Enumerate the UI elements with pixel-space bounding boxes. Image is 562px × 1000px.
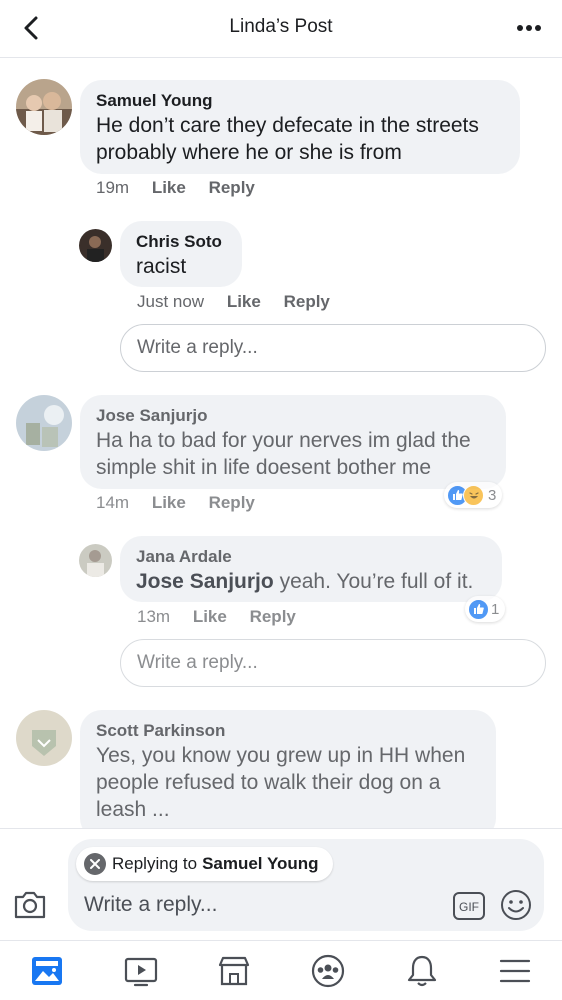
gif-icon[interactable]: GIF [452, 891, 486, 921]
comment-actions: 13m Like Reply [137, 607, 314, 627]
like-button[interactable]: Like [152, 493, 186, 512]
reply-bubble[interactable]: Jana Ardale Jose Sanjurjo yeah. You’re f… [120, 536, 502, 602]
avatar[interactable] [16, 395, 72, 451]
reactions-badge[interactable]: 3 [444, 482, 503, 508]
news-feed-icon[interactable] [29, 953, 65, 989]
avatar[interactable] [79, 229, 112, 262]
comment-text: Jose Sanjurjo yeah. You’re full of it. [136, 568, 486, 595]
like-button[interactable]: Like [193, 607, 227, 626]
reaction-count: 3 [488, 486, 497, 504]
marketplace-icon[interactable] [216, 953, 252, 989]
comment-bubble[interactable]: Scott Parkinson Yes, you know you grew u… [80, 710, 496, 828]
comment-actions: 14m Like Reply [96, 493, 273, 513]
comment-author[interactable]: Jana Ardale [136, 546, 486, 568]
emoji-icon[interactable] [500, 889, 532, 921]
reaction-count: 1 [491, 600, 500, 618]
avatar[interactable] [16, 79, 72, 135]
watch-icon[interactable] [123, 953, 159, 989]
more-options-icon[interactable] [516, 16, 542, 40]
bottom-tab-bar [0, 940, 562, 1000]
like-button[interactable]: Like [227, 292, 261, 311]
comment-text: Ha ha to bad for your nerves im glad the… [96, 429, 471, 479]
reply-composer: Replying to Samuel Young Write a reply..… [0, 828, 562, 940]
avatar[interactable] [79, 544, 112, 577]
reply-button[interactable]: Reply [209, 178, 255, 197]
notifications-icon[interactable] [404, 953, 440, 989]
comments-list: Samuel Young He don’t care they defecate… [0, 58, 562, 828]
reply-button[interactable]: Reply [250, 607, 296, 626]
reply-button[interactable]: Reply [209, 493, 255, 512]
comment-time: Just now [137, 292, 205, 311]
replying-to-label: Replying to [112, 854, 198, 873]
mention-link[interactable]: Jose Sanjurjo [136, 570, 274, 593]
comment-actions: Just now Like Reply [137, 292, 348, 312]
like-button[interactable]: Like [152, 178, 186, 197]
reply-bubble[interactable]: Chris Soto racist [120, 221, 242, 287]
comment-author[interactable]: Samuel Young [96, 90, 504, 112]
replying-to-chip: Replying to Samuel Young [76, 847, 333, 881]
page-title: Linda’s Post [229, 16, 333, 37]
comment-bubble[interactable]: Samuel Young He don’t care they defecate… [80, 80, 520, 174]
comment-time: 14m [96, 493, 130, 512]
comment-text: He don’t care they defecate in the stree… [96, 114, 479, 164]
comment-bubble[interactable]: Jose Sanjurjo Ha ha to bad for your nerv… [80, 395, 506, 489]
comment-author[interactable]: Chris Soto [136, 231, 226, 253]
like-reaction-icon [468, 598, 489, 620]
comment-actions: 19m Like Reply [96, 178, 273, 198]
write-reply-input[interactable]: Write a reply... [120, 639, 546, 687]
reactions-badge[interactable]: 1 [465, 596, 506, 622]
write-reply-input[interactable]: Write a reply... [120, 324, 546, 372]
replying-to-name: Samuel Young [202, 854, 319, 873]
top-bar: Linda’s Post [0, 0, 562, 58]
reply-text-input[interactable]: Write a reply... [84, 893, 217, 917]
svg-text:GIF: GIF [459, 900, 479, 914]
camera-icon[interactable] [12, 889, 48, 921]
comment-author[interactable]: Scott Parkinson [96, 720, 480, 742]
reply-button[interactable]: Reply [284, 292, 330, 311]
comment-author[interactable]: Jose Sanjurjo [96, 405, 490, 427]
menu-icon[interactable] [497, 953, 533, 989]
groups-icon[interactable] [310, 953, 346, 989]
comment-text: racist [136, 255, 187, 278]
reply-input-container[interactable]: Replying to Samuel Young Write a reply..… [68, 839, 544, 931]
avatar[interactable] [16, 710, 72, 766]
haha-reaction-icon [463, 484, 484, 506]
comment-time: 19m [96, 178, 130, 197]
comment-text: Yes, you know you grew up in HH when peo… [96, 744, 466, 821]
close-icon[interactable] [84, 853, 106, 875]
comment-time: 13m [137, 607, 171, 626]
comment-text-body: yeah. You’re full of it. [279, 570, 474, 593]
